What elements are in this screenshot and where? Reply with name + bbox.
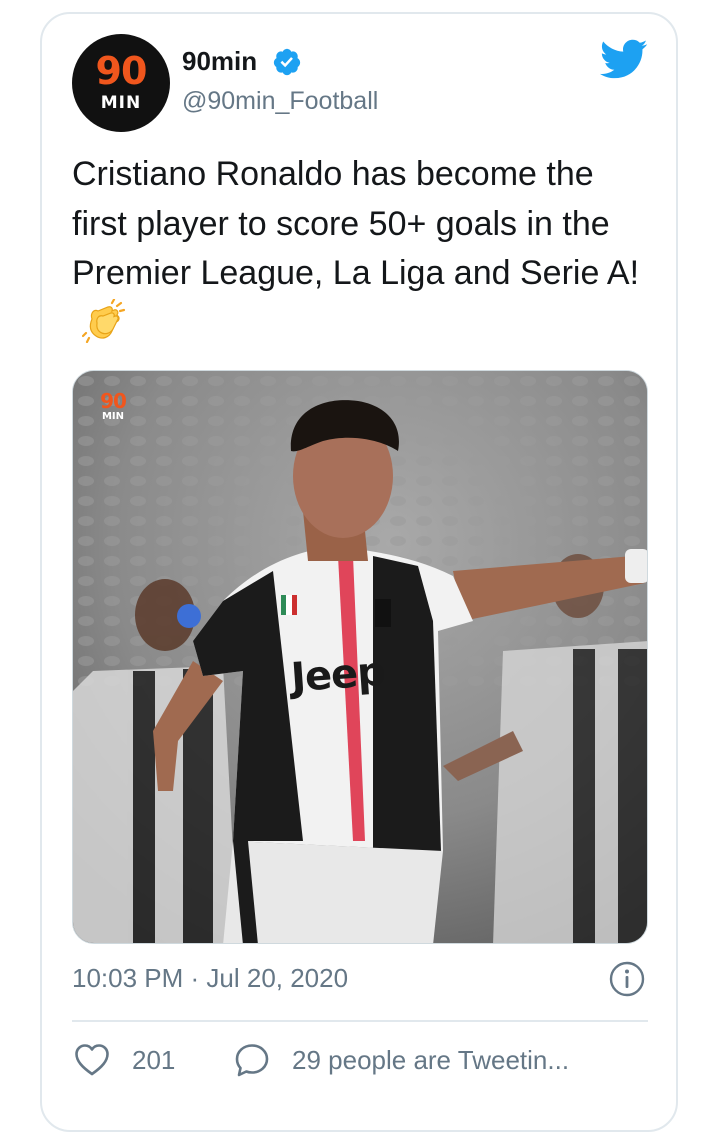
photo-watermark-number: 90: [100, 389, 127, 413]
verified-badge-icon: [273, 48, 301, 76]
divider: [72, 1020, 648, 1022]
display-name[interactable]: 90min: [182, 44, 257, 78]
twitter-bird-icon[interactable]: [598, 38, 648, 80]
avatar[interactable]: 90 MIN: [72, 34, 170, 132]
tweet-timestamp[interactable]: 10:03 PM · Jul 20, 2020: [72, 960, 348, 996]
avatar-logo-number: 90: [95, 49, 148, 93]
clapping-hands-emoji: [81, 297, 126, 343]
avatar-logo-text: MIN: [100, 93, 142, 113]
account-handle[interactable]: @90min_Football: [182, 84, 378, 118]
tweet-photo[interactable]: 90 MIN Jeep: [72, 370, 648, 944]
heart-icon: [75, 1044, 109, 1076]
speech-bubble-icon: [235, 1044, 269, 1077]
tweet-text: Cristiano Ronaldo has become the first p…: [72, 150, 652, 351]
info-icon[interactable]: [608, 960, 646, 998]
tweeting-link[interactable]: 29 people are Tweetin...: [234, 1040, 569, 1080]
tweet-text-content: Cristiano Ronaldo has become the first p…: [72, 155, 640, 292]
clapping-hands-icon: [81, 297, 126, 343]
like-count: 201: [132, 1044, 176, 1075]
tweeting-text: 29 people are Tweetin...: [292, 1044, 570, 1075]
photo-watermark: 90 MIN: [95, 391, 131, 423]
jersey-sponsor-text: Jeep: [289, 648, 387, 702]
like-button[interactable]: 201: [74, 1040, 175, 1080]
